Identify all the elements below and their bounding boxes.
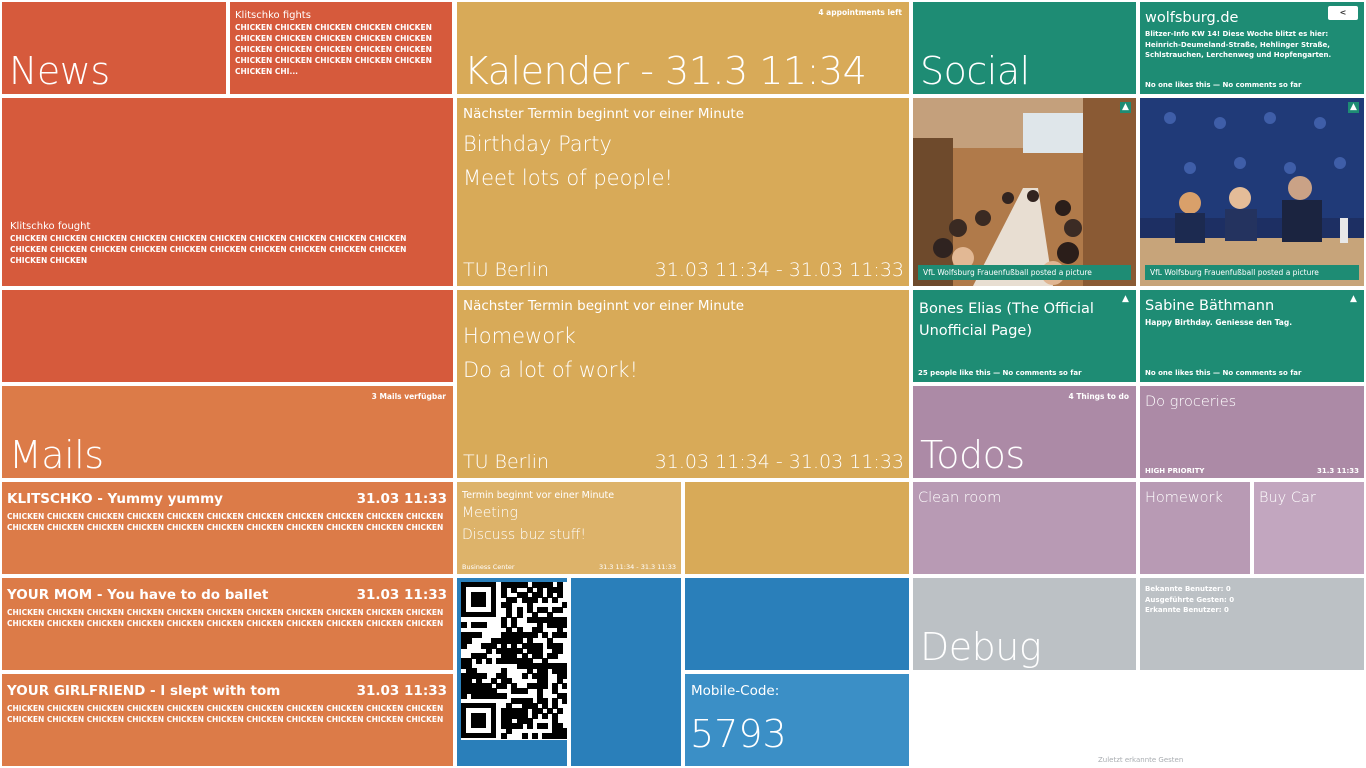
- mail-subject: YOUR GIRLFRIEND - I slept with tom: [7, 683, 281, 699]
- mail-body: CHICKEN CHICKEN CHICKEN CHICKEN CHICKEN …: [7, 512, 444, 532]
- post-footer: 25 people like this — No comments so far: [918, 369, 1082, 377]
- mail-time: 31.03 11:33: [356, 587, 447, 603]
- mails-title: Mails: [9, 433, 104, 477]
- calendar-event[interactable]: Nächster Termin beginnt vor einer Minute…: [457, 98, 909, 286]
- social-title: Social: [920, 49, 1030, 93]
- event-title: Meeting: [462, 505, 518, 521]
- like-icon[interactable]: ▲: [1120, 294, 1131, 305]
- mobile-code-tile: Mobile-Code: 5793: [685, 674, 909, 766]
- social-post-bones[interactable]: Bones Elias (The Official Unofficial Pag…: [913, 290, 1136, 382]
- calendar-tile[interactable]: 4 appointments left Kalender - 31.3 11:3…: [457, 2, 909, 94]
- todo-item[interactable]: Buy Car: [1254, 482, 1364, 574]
- post-body: Blitzer-Info KW 14! Diese Woche blitzt e…: [1145, 30, 1332, 59]
- post-photo: [1140, 98, 1364, 286]
- mail-subject: YOUR MOM - You have to do ballet: [7, 587, 269, 603]
- news-item-body: CHICKEN CHICKEN CHICKEN CHICKEN CHICKEN …: [10, 234, 407, 265]
- mail-time: 31.03 11:33: [356, 683, 447, 699]
- debug-stat-gestures: Ausgeführte Gesten: 0: [1145, 595, 1235, 604]
- social-post-sabine[interactable]: Sabine Bäthmann ▲ Happy Birthday. Genies…: [1140, 290, 1364, 382]
- news-item-1[interactable]: Klitschko fights CHICKEN CHICKEN CHICKEN…: [230, 2, 452, 94]
- todos-tile[interactable]: 4 Things to do Todos: [913, 386, 1136, 478]
- event-location: Business Center: [462, 563, 515, 571]
- mail-item[interactable]: YOUR GIRLFRIEND - I slept with tom 31.03 …: [2, 674, 453, 766]
- event-label: Termin beginnt vor einer Minute: [462, 490, 615, 501]
- todos-title: Todos: [920, 433, 1025, 477]
- post-photo: [913, 98, 1136, 286]
- todo-title: Clean room: [918, 490, 1002, 506]
- news-tile[interactable]: News: [2, 2, 226, 94]
- todos-count: 4 Things to do: [1068, 392, 1129, 401]
- event-description: Discuss buz stuff!: [462, 527, 587, 543]
- event-location: TU Berlin: [463, 451, 550, 473]
- event-title: Birthday Party: [463, 132, 612, 156]
- event-description: Do a lot of work!: [463, 358, 638, 382]
- social-photo-post[interactable]: ▲ VfL Wolfsburg Frauenfußball posted a p…: [913, 98, 1136, 286]
- back-button[interactable]: <: [1328, 6, 1358, 20]
- debug-stat-known-users: Bekannte Benutzer: 0: [1145, 585, 1231, 593]
- qr-code: [461, 582, 567, 740]
- calendar-title: Kalender - 31.3 11:34: [464, 49, 867, 93]
- debug-tile[interactable]: Debug: [913, 578, 1136, 670]
- todo-title: Do groceries: [1145, 394, 1237, 410]
- todo-date: 31.3 11:33: [1317, 467, 1359, 475]
- social-photo-post[interactable]: ▲ VfL Wolfsburg Frauenfußball posted a p…: [1140, 98, 1364, 286]
- blue-tile: [571, 578, 681, 766]
- news-item-heading: Klitschko fought: [10, 221, 91, 232]
- calendar-event[interactable]: Nächster Termin beginnt vor einer Minute…: [457, 290, 909, 478]
- gestures-label: Zuletzt erkannte Gesten: [1098, 756, 1184, 764]
- qr-code-tile: [457, 578, 567, 766]
- todo-title: Buy Car: [1259, 490, 1316, 506]
- news-item-body: CHICKEN CHICKEN CHICKEN CHICKEN CHICKEN …: [235, 23, 432, 76]
- todo-item[interactable]: Homework: [1140, 482, 1250, 574]
- event-label: Nächster Termin beginnt vor einer Minute: [463, 298, 744, 314]
- event-location: TU Berlin: [463, 259, 550, 281]
- post-title: Bones Elias (The Official Unofficial Pag…: [919, 301, 1094, 339]
- mail-item[interactable]: KLITSCHKO - Yummy yummy 31.03 11:33 CHICK…: [2, 482, 453, 574]
- event-time: 31.3 11:34 - 31.3 11:33: [598, 563, 676, 571]
- social-tile[interactable]: Social: [913, 2, 1136, 94]
- event-title: Homework: [463, 324, 576, 348]
- todo-featured[interactable]: Do groceries HIGH PRIORITY 31.3 11:33: [1140, 386, 1364, 478]
- calendar-event-small[interactable]: Termin beginnt vor einer Minute Meeting …: [457, 482, 681, 574]
- post-caption: VfL Wolfsburg Frauenfußball posted a pic…: [918, 265, 1131, 280]
- post-body: Happy Birthday. Geniesse den Tag.: [1145, 318, 1293, 327]
- like-icon[interactable]: ▲: [1348, 102, 1359, 113]
- post-footer: No one likes this — No comments so far: [1145, 369, 1302, 377]
- mail-time: 31.03 11:33: [356, 491, 447, 507]
- news-item-heading: Klitschko fights: [235, 10, 311, 21]
- event-time: 31.03 11:34 - 31.03 11:33: [654, 259, 904, 281]
- mobile-code-value: 5793: [690, 712, 787, 756]
- event-description: Meet lots of people!: [463, 166, 673, 190]
- calendar-count: 4 appointments left: [818, 8, 902, 17]
- event-label: Nächster Termin beginnt vor einer Minute: [463, 106, 744, 122]
- todo-item[interactable]: Clean room: [913, 482, 1136, 574]
- like-icon[interactable]: ▲: [1120, 102, 1131, 113]
- mails-tile[interactable]: 3 Mails verfügbar Mails: [2, 386, 453, 478]
- mail-body: CHICKEN CHICKEN CHICKEN CHICKEN CHICKEN …: [7, 704, 444, 724]
- post-footer: No one likes this — No comments so far: [1145, 81, 1302, 89]
- post-title: Sabine Bäthmann: [1145, 298, 1275, 314]
- mail-body: CHICKEN CHICKEN CHICKEN CHICKEN CHICKEN …: [7, 608, 444, 628]
- news-empty-tile: [2, 290, 453, 382]
- debug-stats: Bekannte Benutzer: 0 Ausgeführte Gesten:…: [1140, 578, 1364, 670]
- news-title: News: [9, 49, 110, 93]
- debug-stat-recognized-users: Erkannte Benutzer: 0: [1145, 606, 1229, 614]
- event-time: 31.03 11:34 - 31.03 11:33: [654, 451, 904, 473]
- todo-priority: HIGH PRIORITY: [1145, 467, 1205, 475]
- like-icon[interactable]: ▲: [1348, 294, 1359, 305]
- social-post-wolfsburg[interactable]: wolfsburg.de < Blitzer-Info KW 14! Diese…: [1140, 2, 1364, 94]
- calendar-empty-tile: [685, 482, 909, 574]
- news-item-2[interactable]: Klitschko fought CHICKEN CHICKEN CHICKEN…: [2, 98, 453, 286]
- mobile-code-label: Mobile-Code:: [691, 683, 780, 699]
- mail-subject: KLITSCHKO - Yummy yummy: [7, 491, 223, 507]
- mails-count: 3 Mails verfügbar: [371, 392, 446, 401]
- debug-title: Debug: [920, 625, 1042, 669]
- blue-tile: [685, 578, 909, 670]
- post-title: wolfsburg.de: [1145, 10, 1239, 26]
- mail-item[interactable]: YOUR MOM - You have to do ballet 31.03 11…: [2, 578, 453, 670]
- post-caption: VfL Wolfsburg Frauenfußball posted a pic…: [1145, 265, 1359, 280]
- todo-title: Homework: [1145, 490, 1223, 506]
